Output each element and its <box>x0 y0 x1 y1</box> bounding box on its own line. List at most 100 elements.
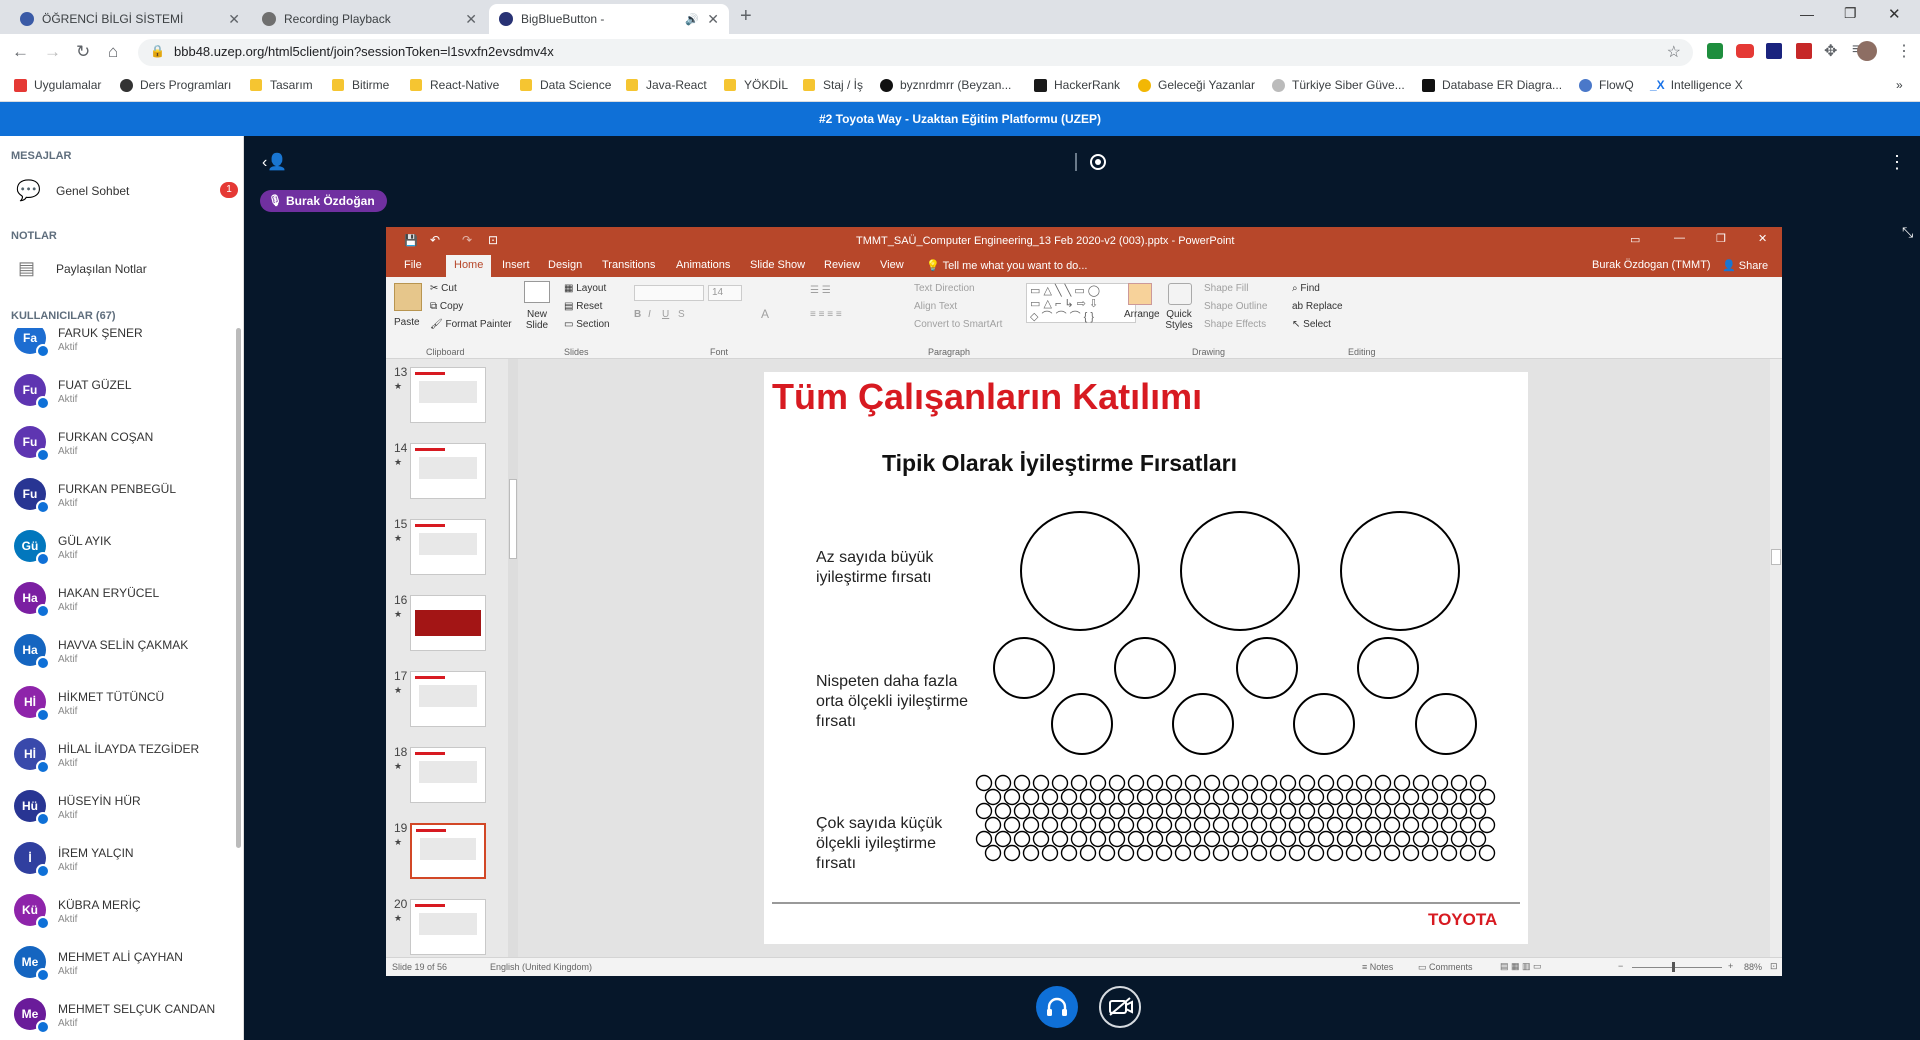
extension-icon[interactable] <box>1766 43 1782 59</box>
url-bar[interactable]: 🔒 bbb48.uzep.org/html5client/join?sessio… <box>138 39 1693 66</box>
tab-transitions[interactable]: Transitions <box>602 259 655 271</box>
youtube-extension-icon[interactable] <box>1736 44 1754 58</box>
slide-thumbnail[interactable] <box>410 671 486 727</box>
slide-thumbnail[interactable] <box>410 519 486 575</box>
tab-animations[interactable]: Animations <box>676 259 730 271</box>
shield-extension-icon[interactable] <box>1707 43 1723 59</box>
more-bookmarks-icon[interactable]: » <box>1896 78 1903 92</box>
slide-thumbnail[interactable] <box>410 747 486 803</box>
user-list-toggle-icon[interactable]: ‹👤 <box>262 152 287 172</box>
quick-styles-icon[interactable] <box>1168 283 1192 305</box>
user-list-item[interactable]: Fu FURKAN PENBEGÜL Aktif <box>0 470 236 522</box>
forward-icon[interactable]: → <box>44 42 61 62</box>
ppt-close-icon[interactable]: ✕ <box>1758 232 1767 245</box>
language-status[interactable]: English (United Kingdom) <box>490 962 592 972</box>
ppt-minimize-icon[interactable]: — <box>1674 232 1685 244</box>
notes-toggle[interactable]: ≡ Notes <box>1362 962 1393 972</box>
layout-button[interactable]: ▦ Layout <box>564 283 606 294</box>
replace-button[interactable]: ab Replace <box>1292 301 1343 312</box>
user-list-item[interactable]: Gü GÜL AYIK Aktif <box>0 522 236 574</box>
bookmark-item[interactable]: HackerRank <box>1034 78 1120 92</box>
tab-view[interactable]: View <box>880 259 904 271</box>
ribbon-display-icon[interactable]: ▭ <box>1630 233 1640 246</box>
close-tab-icon[interactable]: ✕ <box>465 11 477 28</box>
font-size-box[interactable]: 14 <box>708 285 742 301</box>
arrange-icon[interactable] <box>1128 283 1152 305</box>
tab-review[interactable]: Review <box>824 259 860 271</box>
save-icon[interactable]: 💾 <box>404 234 418 247</box>
user-list-item[interactable]: Me MEHMET SELÇUK CANDAN Aktif <box>0 990 236 1040</box>
close-tab-icon[interactable]: ✕ <box>707 11 719 28</box>
menu-icon[interactable]: ⋮ <box>1896 41 1912 61</box>
bookmark-apps[interactable]: Uygulamalar <box>14 78 101 92</box>
convert-smartart-button[interactable]: Convert to SmartArt <box>914 319 1002 330</box>
font-name-box[interactable] <box>634 285 704 301</box>
tab-design[interactable]: Design <box>548 259 582 271</box>
extension-icon[interactable] <box>1796 43 1812 59</box>
arrange-button[interactable]: Arrange <box>1124 309 1160 320</box>
section-button[interactable]: ▭ Section <box>564 319 610 330</box>
zoom-in-icon[interactable]: + <box>1728 961 1733 971</box>
user-list-item[interactable]: Fu FUAT GÜZEL Aktif <box>0 366 236 418</box>
format-painter-button[interactable]: 🖌 Format Painter <box>430 319 512 330</box>
browser-tab-obs[interactable]: ÖĞRENCİ BİLGİ SİSTEMİ ✕ <box>10 4 250 34</box>
cut-button[interactable]: ✂ Cut <box>430 283 457 294</box>
zoom-out-icon[interactable]: − <box>1618 961 1623 971</box>
slide-thumbnail[interactable] <box>410 899 486 955</box>
bookmark-item[interactable]: Geleceği Yazanlar <box>1138 78 1255 92</box>
shape-effects-button[interactable]: Shape Effects <box>1204 319 1266 330</box>
public-chat-item[interactable]: 💬 Genel Sohbet 1 <box>0 170 244 210</box>
user-list-item[interactable]: Ha HAKAN ERYÜCEL Aktif <box>0 574 236 626</box>
underline-icon[interactable]: U <box>662 309 669 320</box>
maximize-icon[interactable]: ❐ <box>1844 5 1857 22</box>
select-button[interactable]: ↖ Select <box>1292 319 1331 330</box>
zoom-thumb[interactable] <box>1672 962 1675 972</box>
tab-slide-show[interactable]: Slide Show <box>750 259 805 271</box>
text-direction-button[interactable]: Text Direction <box>914 283 975 294</box>
zoom-slider[interactable] <box>1632 967 1722 968</box>
reload-icon[interactable]: ↻ <box>76 42 90 62</box>
bookmark-item[interactable]: Database ER Diagra... <box>1422 78 1562 92</box>
browser-tab-bbb[interactable]: BigBlueButton - 🔊 ✕ <box>489 4 729 34</box>
bookmark-item[interactable]: Ders Programları <box>120 78 231 92</box>
slide-thumbnail[interactable] <box>410 595 486 651</box>
back-icon[interactable]: ← <box>12 42 29 62</box>
redo-icon[interactable]: ↷ <box>462 233 472 247</box>
user-list-item[interactable]: Hİ HİKMET TÜTÜNCÜ Aktif <box>0 678 236 730</box>
shape-fill-button[interactable]: Shape Fill <box>1204 283 1248 294</box>
user-list-item[interactable]: Kü KÜBRA MERİÇ Aktif <box>0 886 236 938</box>
audio-button[interactable] <box>1036 986 1078 1028</box>
thumbnail-scrollbar[interactable] <box>508 359 518 957</box>
bullets-icon[interactable]: ☰ ☰ <box>810 285 831 296</box>
quick-styles-button[interactable]: Quick Styles <box>1164 309 1194 331</box>
bookmark-item[interactable]: FlowQ <box>1579 78 1634 92</box>
fit-slide-icon[interactable]: ⊡ <box>1770 961 1778 972</box>
bookmark-item[interactable]: Türkiye Siber Güve... <box>1272 78 1405 92</box>
bookmark-folder[interactable]: Bitirme <box>332 78 389 92</box>
bookmark-folder[interactable]: Staj / İş <box>803 78 863 92</box>
tab-home[interactable]: Home <box>446 255 492 277</box>
tab-insert[interactable]: Insert <box>502 259 530 271</box>
bookmark-folder[interactable]: Data Science <box>520 78 611 92</box>
new-slide-icon[interactable] <box>524 281 550 303</box>
font-color-icon[interactable]: A <box>761 307 769 321</box>
present-icon[interactable]: ⊡ <box>488 233 498 247</box>
browser-tab-recording[interactable]: Recording Playback ✕ <box>252 4 487 34</box>
ppt-restore-icon[interactable]: ❐ <box>1716 232 1726 245</box>
tab-file[interactable]: File <box>404 259 422 271</box>
new-tab-icon[interactable]: + <box>740 5 752 28</box>
profile-avatar[interactable] <box>1857 41 1877 61</box>
bookmark-item[interactable]: _X Intelligence X <box>1650 78 1743 92</box>
webcam-button[interactable] <box>1099 986 1141 1028</box>
recording-icon[interactable] <box>1090 154 1106 170</box>
star-icon[interactable]: ☆ <box>1667 42 1681 62</box>
puzzle-icon[interactable]: ✥ <box>1824 41 1837 61</box>
reset-button[interactable]: ▤ Reset <box>564 301 602 312</box>
paste-button[interactable]: Paste <box>394 317 420 328</box>
slide-thumbnail[interactable] <box>410 823 486 879</box>
user-list-item[interactable]: Hü HÜSEYİN HÜR Aktif <box>0 782 236 834</box>
bookmark-folder[interactable]: Java-React <box>626 78 707 92</box>
minimize-icon[interactable]: — <box>1800 6 1814 22</box>
align-icons[interactable]: ≡ ≡ ≡ ≡ <box>810 309 842 320</box>
copy-button[interactable]: ⧉ Copy <box>430 301 463 312</box>
